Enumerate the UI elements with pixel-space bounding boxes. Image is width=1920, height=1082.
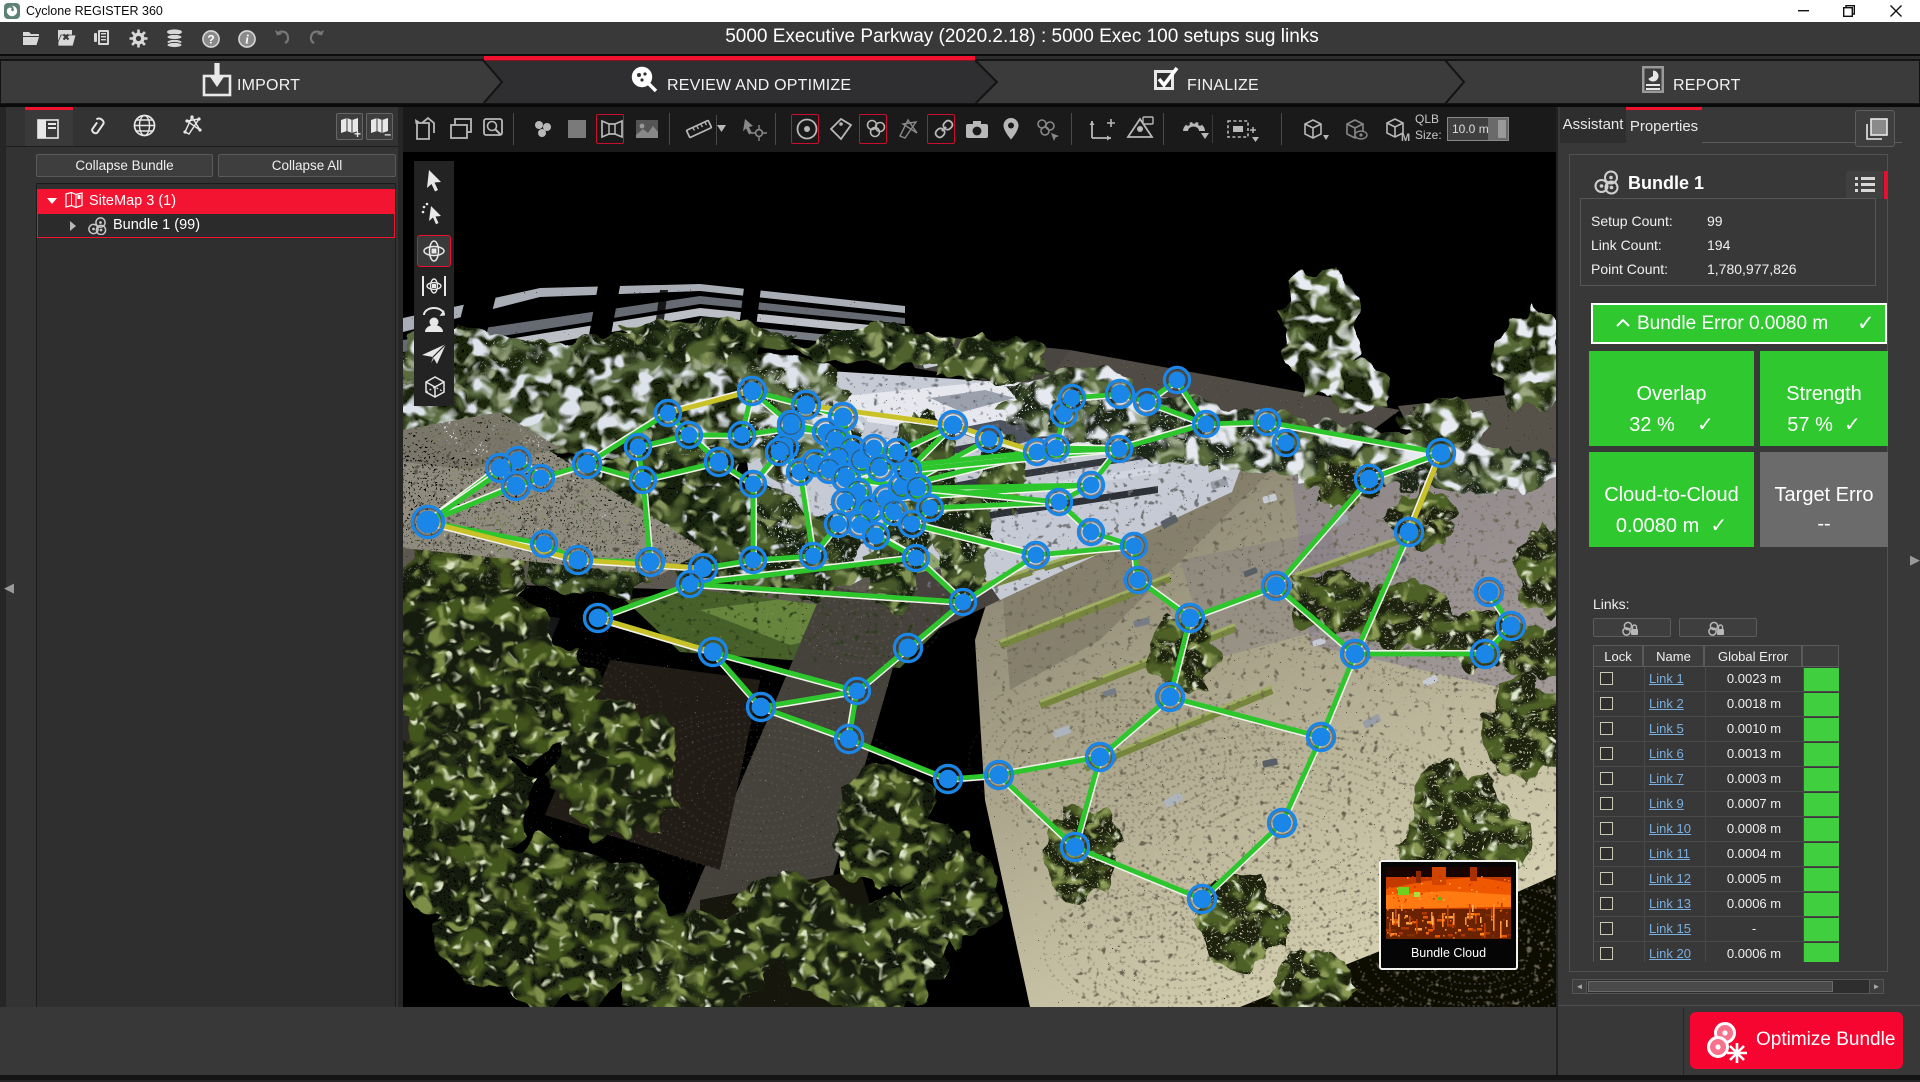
svg-text:?: ? (207, 33, 214, 47)
svg-text:M: M (1401, 132, 1410, 143)
svg-text:i: i (245, 32, 249, 47)
